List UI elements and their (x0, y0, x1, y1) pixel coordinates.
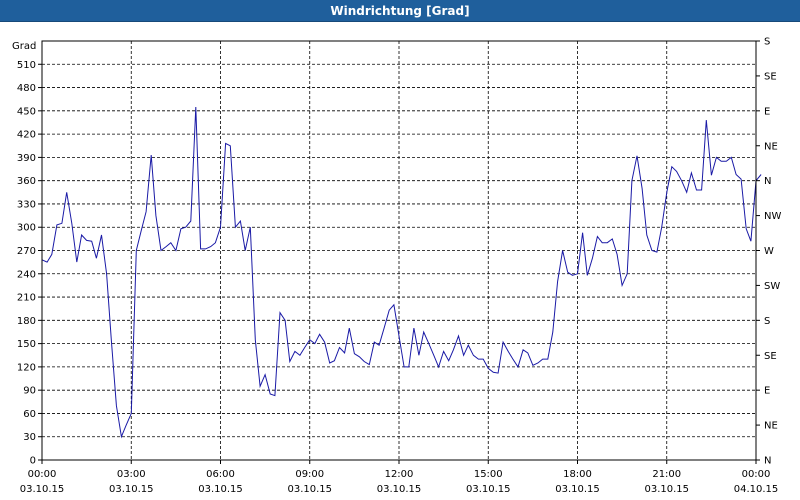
x-tick-date-label: 03.10.15 (109, 484, 154, 495)
x-tick-date-label: 03.10.15 (287, 484, 332, 495)
y-right-tick-label: SE (764, 351, 777, 362)
y-tick-label: 450 (17, 106, 36, 117)
x-tick-date-label: 03.10.15 (555, 484, 600, 495)
y-tick-label: 0 (30, 456, 36, 467)
x-tick-date-label: 04.10.15 (734, 484, 779, 495)
y-tick-label: 210 (17, 293, 36, 304)
y-right-tick-label: E (764, 386, 770, 397)
y-tick-label: 150 (17, 339, 36, 350)
x-tick-time-label: 06:00 (206, 469, 235, 480)
series-line (41, 106, 762, 439)
y-tick-label: 420 (17, 130, 36, 141)
x-tick-time-label: 21:00 (652, 469, 681, 480)
y-tick-label: 480 (17, 83, 36, 94)
y-right-tick-label: NE (764, 421, 778, 432)
y-right-tick-label: W (764, 246, 774, 257)
series-layer (41, 106, 762, 439)
x-tick-date-label: 03.10.15 (377, 484, 422, 495)
chart-window: Windrichtung [Grad] 0 30 60 90 120 150 180 210 2… (0, 0, 800, 500)
x-tick-time-label: 03:00 (117, 469, 146, 480)
y-tick-label: 30 (23, 432, 36, 443)
y-tick-label: 60 (23, 409, 36, 420)
grid (42, 40, 756, 460)
y-right-tick-label: S (764, 316, 770, 327)
y-tick-label: 240 (17, 269, 36, 280)
y-tick-label: 120 (17, 362, 36, 373)
y-right-tick-label: S (764, 37, 770, 48)
x-tick-date-label: 03.10.15 (20, 484, 65, 495)
y-tick-label: 300 (17, 223, 36, 234)
x-tick-time-label: 15:00 (474, 469, 503, 480)
y-tick-label: 180 (17, 316, 36, 327)
y-tick-label: 270 (17, 246, 36, 257)
x-tick-time-label: 00:00 (742, 469, 771, 480)
y-right-tick-label: NW (764, 211, 781, 222)
y-right-tick-label: E (764, 106, 770, 117)
y-tick-label: 90 (23, 386, 36, 397)
y-right-tick-label: SW (764, 281, 780, 292)
y-tick-label: 510 (17, 60, 36, 71)
y-right-tick-label: N (764, 456, 771, 467)
x-tick-time-label: 09:00 (295, 469, 324, 480)
x-tick-date-label: 03.10.15 (466, 484, 511, 495)
y-tick-label: 330 (17, 199, 36, 210)
window-title: Windrichtung [Grad] (0, 0, 800, 22)
y-tick-label: 390 (17, 153, 36, 164)
y-right-tick-label: N (764, 176, 771, 187)
x-tick-date-label: 03.10.15 (644, 484, 689, 495)
x-tick-time-label: 18:00 (563, 469, 592, 480)
wind-direction-chart: 0 30 60 90 120 150 180 210 240 270 300 330 360 390 420… (12, 37, 781, 496)
y-right-tick-label: NE (764, 141, 778, 152)
y-right-tick-label: SE (764, 71, 777, 82)
y-axis-label: Grad (12, 41, 36, 52)
x-tick-time-label: 00:00 (28, 469, 57, 480)
y-tick-label: 360 (17, 176, 36, 187)
x-tick-date-label: 03.10.15 (198, 484, 243, 495)
x-tick-time-label: 12:00 (385, 469, 414, 480)
